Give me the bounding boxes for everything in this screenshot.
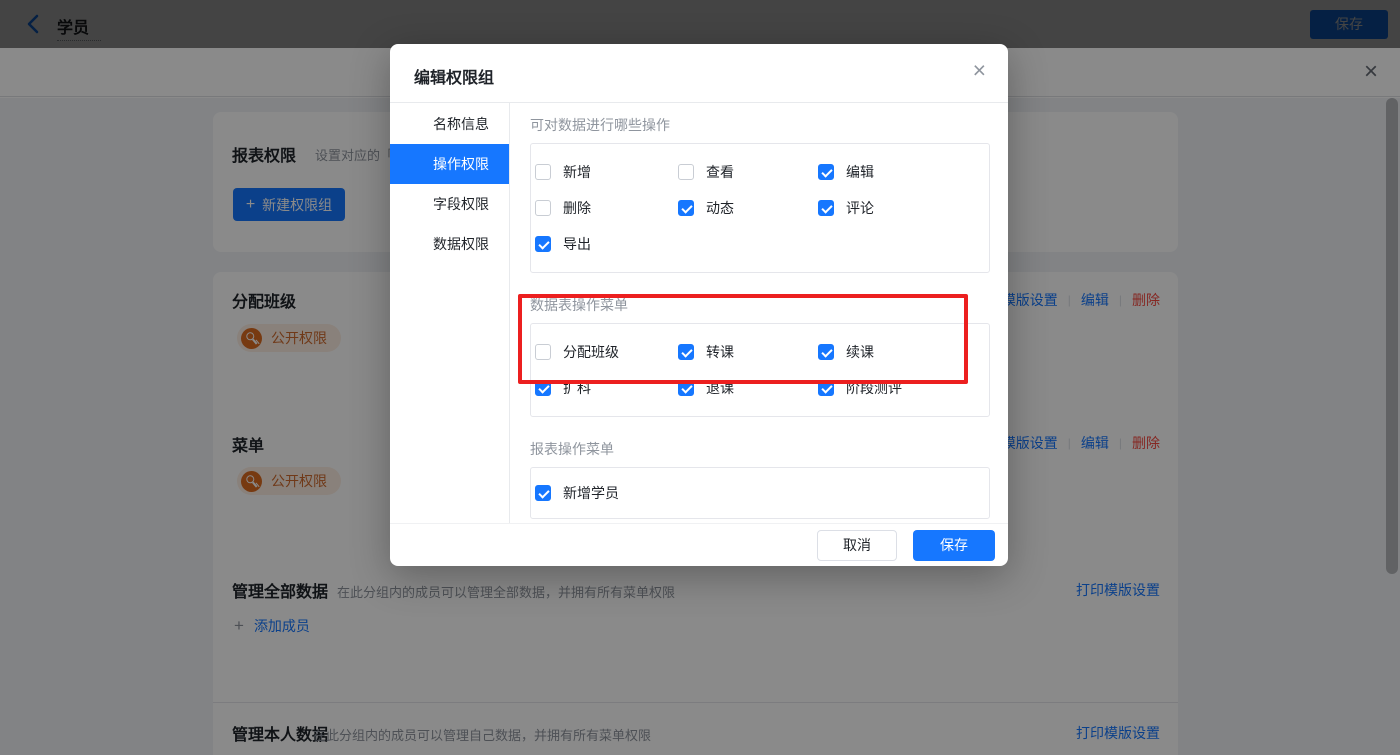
checkbox[interactable]: [535, 485, 551, 501]
checkbox[interactable]: [678, 344, 694, 360]
checkbox-label: 新增: [563, 164, 591, 180]
checkbox-label: 阶段测评: [846, 380, 902, 396]
checkbox[interactable]: [535, 164, 551, 180]
tab-data-permission[interactable]: 数据权限: [390, 224, 509, 264]
modal-close-icon[interactable]: ×: [973, 57, 986, 84]
checkbox-item-add-student[interactable]: 新增学员: [535, 483, 678, 503]
checkbox[interactable]: [535, 380, 551, 396]
checkbox-item-expand-subject[interactable]: 扩科: [535, 378, 678, 398]
checkbox-item-view[interactable]: 查看: [678, 162, 818, 182]
checkbox-item-stage-assessment[interactable]: 阶段测评: [818, 378, 989, 398]
edit-permission-group-modal: 编辑权限组 × 名称信息 操作权限 字段权限 数据权限 可对数据进行哪些操作 新…: [390, 44, 1008, 566]
checkbox-item-create[interactable]: 新增: [535, 162, 678, 182]
section-data-operations: 可对数据进行哪些操作 新增 查看 编辑 删除 动态 评论 导出: [530, 115, 990, 273]
section-report-operation-menu: 报表操作菜单 新增学员: [530, 439, 990, 519]
tab-name-info[interactable]: 名称信息: [390, 104, 509, 144]
checkbox-label: 删除: [563, 200, 591, 216]
modal-footer: 取消 保存: [390, 523, 1008, 566]
section-table-operation-menu: 数据表操作菜单 分配班级 转课 续课 扩科 退课 阶段测评: [530, 295, 990, 417]
checkbox[interactable]: [818, 200, 834, 216]
checkbox-item-edit[interactable]: 编辑: [818, 162, 989, 182]
tab-field-permission[interactable]: 字段权限: [390, 184, 509, 224]
modal-header: 编辑权限组 ×: [390, 44, 1008, 103]
checkbox-label: 转课: [706, 344, 734, 360]
checkbox[interactable]: [818, 344, 834, 360]
checkbox-label: 编辑: [846, 164, 874, 180]
checkbox-item-assign-class[interactable]: 分配班级: [535, 342, 678, 362]
checkbox-item-delete[interactable]: 删除: [535, 198, 678, 218]
checkbox[interactable]: [678, 164, 694, 180]
checkbox-group-box: 分配班级 转课 续课 扩科 退课 阶段测评: [530, 323, 990, 417]
checkbox-group-box: 新增 查看 编辑 删除 动态 评论 导出: [530, 143, 990, 273]
modal-title: 编辑权限组: [414, 70, 495, 87]
checkbox-label: 查看: [706, 164, 734, 180]
tab-operation-permission[interactable]: 操作权限: [390, 144, 509, 184]
checkbox-label: 分配班级: [563, 344, 619, 360]
checkbox-group-box: 新增学员: [530, 467, 990, 519]
checkbox-label: 新增学员: [563, 485, 619, 501]
checkbox-label: 动态: [706, 200, 734, 216]
checkbox[interactable]: [818, 380, 834, 396]
modal-body: 名称信息 操作权限 字段权限 数据权限 可对数据进行哪些操作 新增 查看 编辑 …: [390, 103, 1008, 523]
checkbox-label: 退课: [706, 380, 734, 396]
checkbox-item-transfer-course[interactable]: 转课: [678, 342, 818, 362]
checkbox-label: 评论: [846, 200, 874, 216]
cancel-button[interactable]: 取消: [817, 529, 897, 561]
checkbox[interactable]: [535, 236, 551, 252]
checkbox[interactable]: [535, 200, 551, 216]
checkbox-label: 扩科: [563, 380, 591, 396]
checkbox-item-activity[interactable]: 动态: [678, 198, 818, 218]
checkbox-item-export[interactable]: 导出: [535, 234, 678, 254]
checkbox[interactable]: [818, 164, 834, 180]
checkbox-item-withdraw-course[interactable]: 退课: [678, 378, 818, 398]
modal-content: 可对数据进行哪些操作 新增 查看 编辑 删除 动态 评论 导出 数据表操作菜单 …: [510, 103, 1008, 523]
modal-tab-list: 名称信息 操作权限 字段权限 数据权限: [390, 103, 510, 523]
section-title: 可对数据进行哪些操作: [530, 117, 670, 133]
checkbox[interactable]: [678, 380, 694, 396]
checkbox[interactable]: [535, 344, 551, 360]
checkbox-label: 续课: [846, 344, 874, 360]
checkbox[interactable]: [678, 200, 694, 216]
section-title: 数据表操作菜单: [530, 297, 628, 313]
checkbox-item-comment[interactable]: 评论: [818, 198, 989, 218]
section-title: 报表操作菜单: [530, 441, 614, 457]
save-button[interactable]: 保存: [913, 529, 995, 561]
checkbox-item-renew-course[interactable]: 续课: [818, 342, 989, 362]
screen: 学员 保存 × 报表权限 设置对应的「 + 新建权限组 分配班级: [0, 0, 1400, 755]
checkbox-label: 导出: [563, 236, 591, 252]
